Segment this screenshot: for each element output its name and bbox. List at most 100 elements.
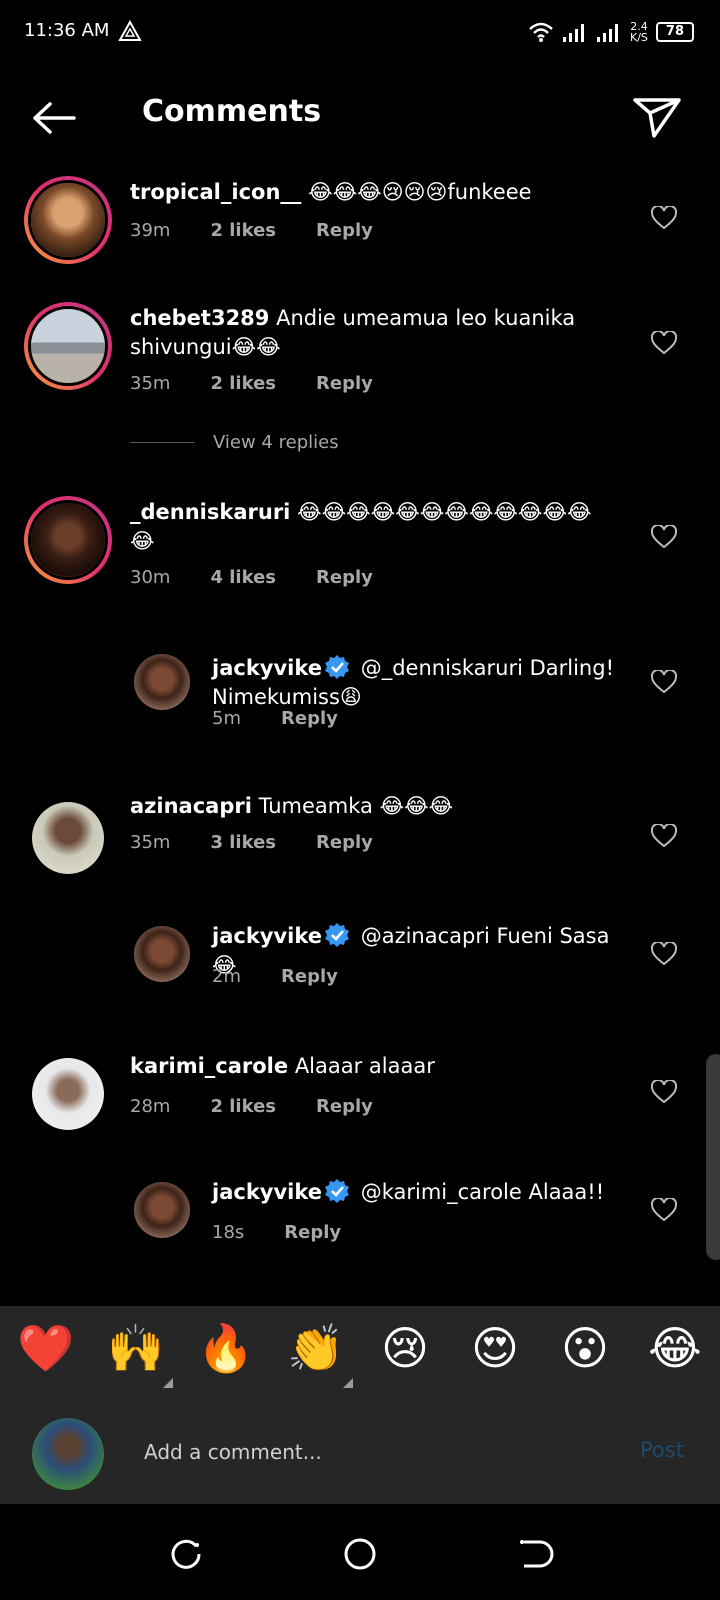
speed-unit: K/S [630,31,648,44]
reply-button[interactable]: Reply [316,567,373,588]
verified-badge-icon [325,923,350,947]
comment-body: karimi_carole Alaaar alaaar [130,1052,610,1081]
battery-indicator: 78 [655,22,694,42]
heart-icon[interactable] [651,525,677,549]
comment-time: 30m [130,567,171,588]
avatar[interactable] [134,926,190,982]
add-comment-bar: Post [0,1404,720,1504]
comment-username[interactable]: jackyvike [212,924,322,948]
emoji-heart-eyes-button[interactable]: 😍 [467,1320,523,1376]
network-speed: 2.4 K/S [630,21,648,43]
comment-meta: 35m 3 likes Reply [130,832,373,853]
heart-icon[interactable] [651,670,677,694]
reply-button[interactable]: Reply [284,1222,341,1243]
system-nav-bar [0,1504,720,1600]
skin-tone-indicator [343,1378,353,1388]
emoji-reaction-bar: ❤️ 🙌 🔥 👏 😢 😍 😮 😂 [0,1306,720,1404]
comment-text: Alaaar alaaar [294,1054,435,1078]
page-title: Comments [142,94,322,129]
reply-button[interactable]: Reply [316,373,373,394]
view-replies-button[interactable]: View 4 replies [130,432,339,453]
comment-username[interactable]: azinacapri [130,794,252,818]
heart-icon[interactable] [651,1198,677,1222]
wifi-icon [529,22,553,42]
avatar[interactable] [134,654,190,710]
comment-input[interactable] [144,1434,604,1470]
comment-time: 5m [212,708,241,729]
comment-meta: 5m Reply [212,708,338,729]
comment-body: azinacapri Tumeamka 😂😂😂 [130,792,610,821]
comment-likes[interactable]: 2 likes [210,1096,276,1117]
emoji-surprised-button[interactable]: 😮 [557,1320,613,1376]
comment-meta: 35m 2 likes Reply [130,373,373,394]
emoji-raised-hands-button[interactable]: 🙌 [107,1320,173,1388]
heart-icon[interactable] [651,206,677,230]
recent-apps-icon[interactable] [166,1534,206,1574]
avatar[interactable] [32,1058,104,1130]
back-nav-icon[interactable] [514,1534,554,1574]
reply-button[interactable]: Reply [316,1096,373,1117]
comment-meta: 18s Reply [212,1222,341,1243]
avatar[interactable] [24,302,112,390]
comment-meta: 30m 4 likes Reply [130,567,373,588]
comment-body: chebet3289 Andie umeamua leo kuanika shi… [130,304,610,362]
status-bar: 11:36 AM 2.4 K/S 78 [0,0,720,64]
comment-likes[interactable]: 4 likes [210,567,276,588]
reply-button[interactable]: Reply [281,966,338,987]
comment-time: 28m [130,1096,171,1117]
emoji-crying-button[interactable]: 😢 [377,1320,433,1376]
emoji-glyph: 👏 [287,1321,345,1375]
emoji-clap-button[interactable]: 👏 [287,1320,353,1388]
signal-icon [597,24,618,42]
back-arrow-icon[interactable] [30,98,78,138]
status-icons: 2.4 K/S 78 [528,18,694,46]
heart-icon[interactable] [651,824,677,848]
scrollbar[interactable] [706,1054,720,1260]
alert-triangle-icon [118,20,142,41]
avatar[interactable] [32,802,104,874]
comment-body: jackyvike @_denniskaruri Darling! Nimeku… [212,654,622,712]
comment-meta: 39m 2 likes Reply [130,220,373,241]
comment-time: 18s [212,1222,245,1243]
comment-text: Tumeamka 😂😂😂 [258,794,454,818]
comment-username[interactable]: jackyvike [212,1180,322,1204]
emoji-glyph: 🙌 [107,1321,165,1375]
home-icon[interactable] [340,1534,380,1574]
heart-icon[interactable] [651,331,677,355]
avatar[interactable] [134,1182,190,1238]
send-icon[interactable] [632,96,682,140]
comment-body: jackyvike @karimi_carole Alaaa!! [212,1178,632,1207]
comment-username[interactable]: jackyvike [212,656,322,680]
comment-time: 35m [130,832,171,853]
header: Comments [0,80,720,150]
reply-button[interactable]: Reply [281,708,338,729]
comment-username[interactable]: tropical_icon__ [130,180,301,204]
my-avatar [32,1418,104,1490]
comment-time: 35m [130,373,171,394]
heart-icon[interactable] [651,1080,677,1104]
signal-icon [563,24,584,42]
reply-button[interactable]: Reply [316,832,373,853]
avatar[interactable] [24,496,112,584]
emoji-laughing-button[interactable]: 😂 [647,1320,703,1376]
view-replies-label: View 4 replies [213,432,339,453]
comment-username[interactable]: _denniskaruri [130,500,290,524]
comment-likes[interactable]: 2 likes [210,373,276,394]
reply-button[interactable]: Reply [316,220,373,241]
comment-text: @karimi_carole Alaaa!! [360,1180,605,1204]
comment-text: 😂😂😂😢😢😢funkeee [308,180,532,204]
comment-username[interactable]: chebet3289 [130,306,269,330]
comment-likes[interactable]: 2 likes [210,220,276,241]
emoji-heart-button[interactable]: ❤️ [17,1320,74,1376]
skin-tone-indicator [163,1378,173,1388]
comment-likes[interactable]: 3 likes [210,832,276,853]
heart-icon[interactable] [651,942,677,966]
comment-time: 39m [130,220,171,241]
comment-meta: 28m 2 likes Reply [130,1096,373,1117]
comment-username[interactable]: karimi_carole [130,1054,288,1078]
emoji-fire-button[interactable]: 🔥 [197,1320,254,1376]
comment-time: 2m [212,966,241,987]
post-button[interactable]: Post [640,1438,684,1462]
avatar[interactable] [24,176,112,264]
comment-body: tropical_icon__ 😂😂😂😢😢😢funkeee [130,178,630,207]
